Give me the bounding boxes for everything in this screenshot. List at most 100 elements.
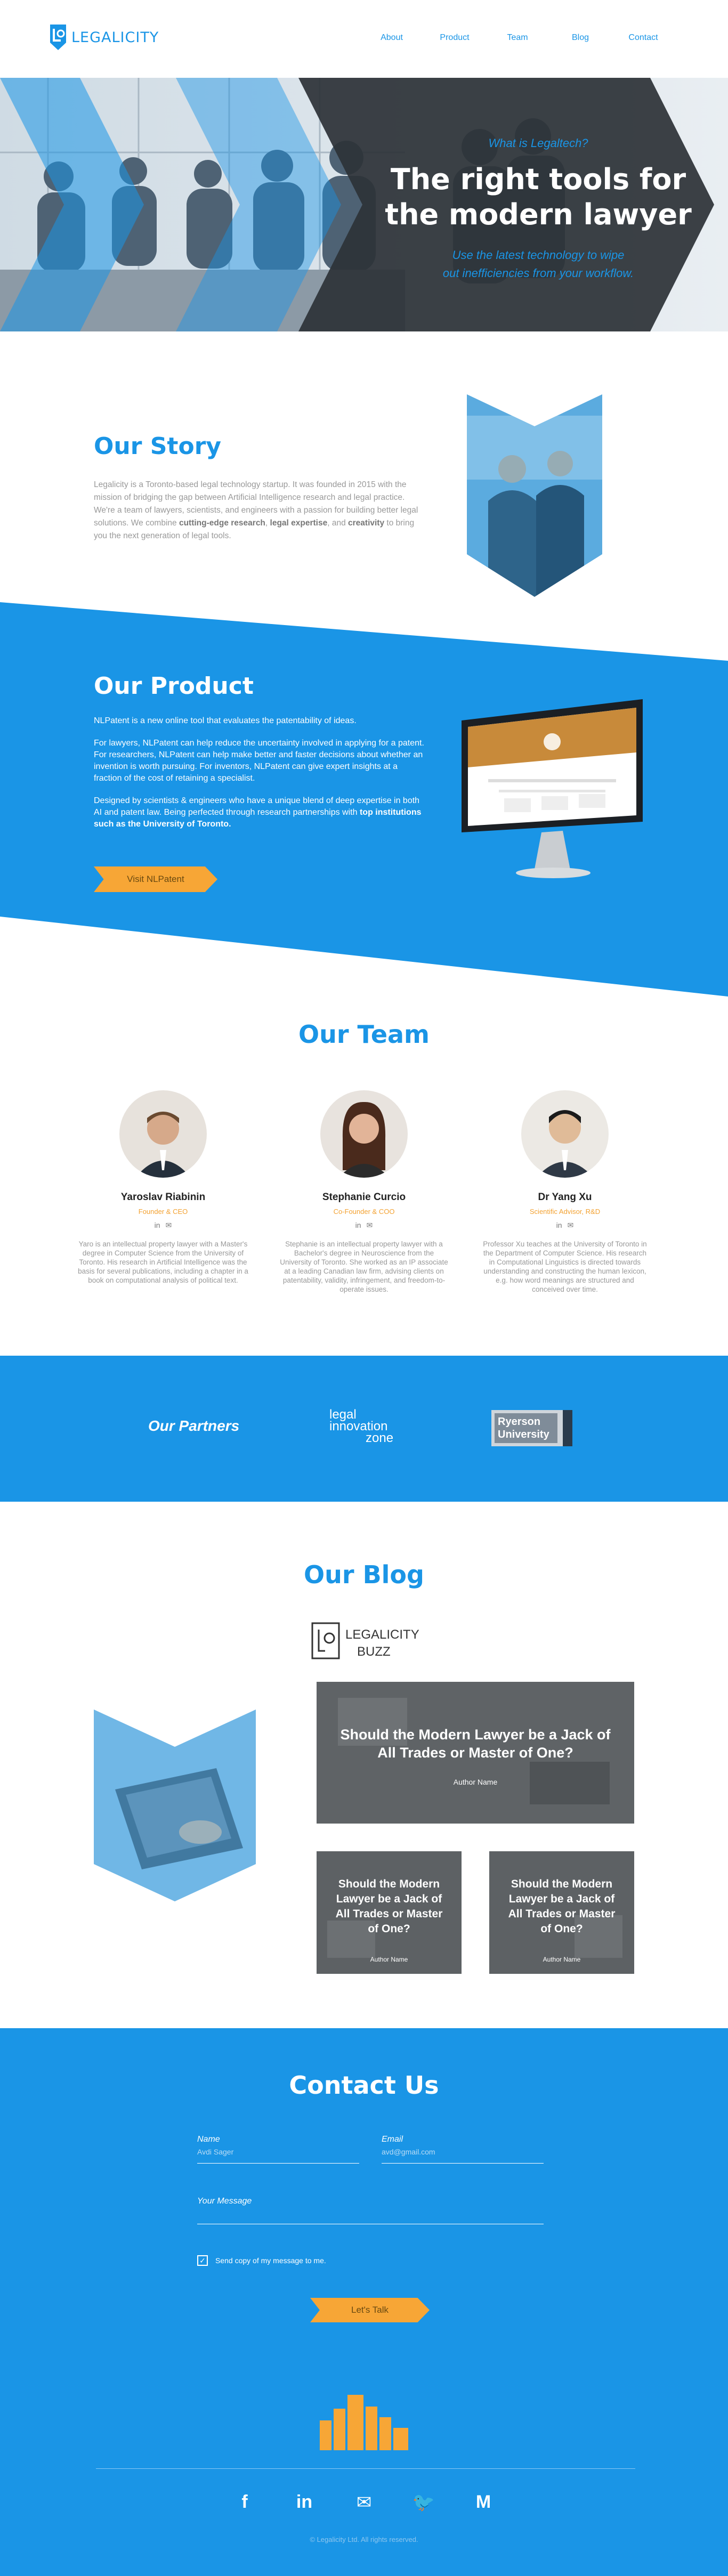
hero-text: What is Legaltech? The right tools for t… <box>373 136 703 282</box>
email-field[interactable]: avd@gmail.com <box>382 2148 544 2164</box>
member-links: in ✉ <box>480 1221 650 1230</box>
medium-icon[interactable]: M <box>467 2492 499 2513</box>
facebook-icon[interactable]: f <box>229 2492 261 2513</box>
member-role: Founder & CEO <box>138 1208 188 1216</box>
linkedin-icon[interactable]: in <box>355 1221 361 1230</box>
nav-links: About Product Team Blog Contact <box>360 33 675 43</box>
nav-link-team[interactable]: Team <box>486 33 549 43</box>
product-paragraph: Designed by scientists & engineers who h… <box>94 795 424 830</box>
ryerson-logo-text: Ryerson University <box>495 1413 557 1443</box>
avatar <box>320 1090 408 1178</box>
buzz-text: LEGALICITY BUZZ <box>345 1626 419 1660</box>
ryerson-logo-bar <box>563 1410 572 1446</box>
linkedin-icon[interactable]: in <box>155 1221 160 1230</box>
copy-checkbox-label: Send copy of my message to me. <box>215 2256 326 2265</box>
member-bio: Professor Xu teaches at the University o… <box>483 1240 647 1293</box>
blog-post[interactable]: Should the Modern Lawyer be a Jack of Al… <box>489 1851 634 1974</box>
twitter-icon[interactable]: 🐦 <box>408 2492 440 2513</box>
legal-innovation-zone-logo[interactable]: legal innovation zone <box>329 1408 394 1445</box>
story-title: Our Story <box>94 433 222 460</box>
partners-section: Our Partners legal innovation zone Ryers… <box>0 1356 728 1502</box>
copyright: © Legalicity Ltd. All rights reserved. <box>310 2536 418 2543</box>
nav-link-about[interactable]: About <box>360 33 423 43</box>
blog-laptop-image <box>94 1710 256 1901</box>
lets-talk-button[interactable]: Let's Talk <box>310 2298 430 2322</box>
member-links: in ✉ <box>78 1221 248 1230</box>
footer-buildings-logo <box>320 2395 408 2450</box>
name-label: Name <box>197 2135 220 2144</box>
email-icon[interactable]: ✉ <box>367 1221 373 1230</box>
ryerson-line: Ryerson <box>498 1416 541 1428</box>
story-team-photo <box>467 394 602 597</box>
monitor-mockup <box>462 699 643 878</box>
visit-nlpatent-button[interactable]: Visit NLPatent <box>94 866 217 892</box>
team-member: Yaroslav Riabinin Founder & CEO in ✉ Yar… <box>78 1090 248 1285</box>
legalicity-buzz-logo: LEGALICITY BUZZ <box>310 1620 419 1665</box>
message-label: Your Message <box>197 2197 252 2206</box>
team-title: Our Team <box>298 1020 430 1049</box>
member-role: Scientific Advisor, R&D <box>529 1208 601 1216</box>
product-paragraph: NLPatent is a new online tool that evalu… <box>94 716 357 725</box>
member-name: Yaroslav Riabinin <box>120 1192 206 1203</box>
avatar <box>521 1090 609 1178</box>
story-bold: legal expertise <box>270 519 328 528</box>
avatar <box>119 1090 207 1178</box>
product-title: Our Product <box>94 673 254 700</box>
member-name: Stephanie Curcio <box>322 1192 406 1203</box>
member-bio: Stephanie is an intellectual property la… <box>280 1240 448 1293</box>
name-field[interactable]: Avdi Sager <box>197 2148 359 2164</box>
post-title: Should the Modern Lawyer be a Jack of Al… <box>508 1878 616 1935</box>
nav-link-product[interactable]: Product <box>423 33 486 43</box>
post-title: Should the Modern Lawyer be a Jack of Al… <box>335 1878 443 1935</box>
footer-divider <box>96 2468 635 2469</box>
lic-line: zone <box>366 1431 394 1445</box>
email-label: Email <box>382 2135 403 2144</box>
post-author: Author Name <box>453 1778 498 1786</box>
blog-post[interactable]: Should the Modern Lawyer be a Jack of Al… <box>317 1851 462 1974</box>
partners-title: Our Partners <box>148 1417 240 1434</box>
hero-title-line: The right tools for <box>390 163 686 196</box>
blog-post-featured[interactable]: Should the Modern Lawyer be a Jack of Al… <box>317 1682 634 1824</box>
logo-shield-icon <box>50 25 66 50</box>
copy-checkbox-row[interactable]: ✓ Send copy of my message to me. <box>197 2255 326 2266</box>
buzz-emblem-icon <box>311 1622 340 1659</box>
linkedin-icon[interactable]: in <box>556 1221 562 1230</box>
ryerson-university-logo[interactable]: Ryerson University <box>491 1410 572 1446</box>
product-text: NLPatent is a new online tool that evalu… <box>94 715 424 841</box>
nav-link-contact[interactable]: Contact <box>612 33 675 43</box>
email-icon[interactable]: ✉ <box>166 1221 172 1230</box>
linkedin-icon[interactable]: in <box>288 2492 320 2513</box>
blog-title: Our Blog <box>304 1560 424 1589</box>
email-icon[interactable]: ✉ <box>568 1221 574 1230</box>
avatar-photo <box>536 1110 594 1178</box>
avatar-photo <box>135 1112 191 1178</box>
story-bold: creativity <box>348 519 385 528</box>
logo-text: LEGALICITY <box>71 29 159 46</box>
hero-subtitle: Use the latest technology to wipe out in… <box>373 246 703 282</box>
contact-title: Contact Us <box>289 2071 439 2100</box>
logo[interactable]: LEGALICITY <box>49 23 159 51</box>
message-field[interactable] <box>197 2208 544 2224</box>
story-text: Legalicity is a Toronto-based legal tech… <box>94 479 424 542</box>
buzz-line: LEGALICITY <box>345 1627 419 1642</box>
social-links: f in ✉ 🐦 M <box>0 2492 728 2513</box>
member-role: Co-Founder & COO <box>333 1208 395 1216</box>
member-bio: Yaro is an intellectual property lawyer … <box>78 1240 248 1284</box>
hero-section: What is Legaltech? The right tools for t… <box>0 78 728 331</box>
nav-link-blog[interactable]: Blog <box>549 33 612 43</box>
hero-subtitle-line: Use the latest technology to wipe <box>452 248 625 262</box>
contact-section: Contact Us Name Avdi Sager Email avd@gma… <box>0 2028 728 2576</box>
story-text-part: , <box>265 519 270 528</box>
team-member: Stephanie Curcio Co-Founder & COO in ✉ S… <box>279 1090 449 1294</box>
top-nav: LEGALICITY About Product Team Blog Conta… <box>0 0 728 78</box>
copy-checkbox[interactable]: ✓ <box>197 2255 208 2266</box>
email-icon[interactable]: ✉ <box>348 2492 380 2513</box>
buzz-line: BUZZ <box>357 1645 391 1659</box>
ryerson-line: University <box>498 1429 549 1440</box>
avatar-photo <box>338 1101 390 1178</box>
hero-title-line: the modern lawyer <box>385 198 692 231</box>
member-links: in ✉ <box>279 1221 449 1230</box>
hero-title: The right tools for the modern lawyer <box>373 162 703 232</box>
product-paragraph: For lawyers, NLPatent can help reduce th… <box>94 739 424 783</box>
hero-eyebrow: What is Legaltech? <box>488 136 588 150</box>
